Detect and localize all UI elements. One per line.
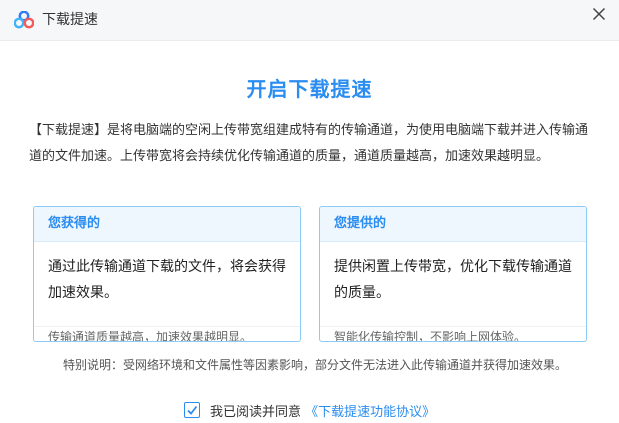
gain-card-title: 您获得的	[34, 207, 300, 242]
agreement-prefix: 我已阅读并同意	[209, 405, 301, 420]
close-icon	[592, 6, 606, 25]
baidu-netdisk-cloud-icon	[13, 10, 35, 29]
window-title: 下载提速	[42, 12, 98, 28]
special-note: 特别说明：受网络环境和文件属性等因素影响，部分文件无法进入此传输通道并获得加速效…	[62, 358, 567, 372]
provide-card-title: 您提供的	[320, 207, 586, 242]
gain-card-body: 通过此传输通道下载的文件，将会获得加速效果。	[48, 259, 286, 301]
agreement-checkbox[interactable]	[183, 402, 200, 418]
agreement-link[interactable]: 《下载提速功能协议》	[305, 405, 435, 420]
title-bar: 下载提速	[0, 0, 619, 41]
feature-description: 【下载提速】是将电脑端的空闲上传带宽组建成特有的传输通道，为使用电脑端下载并进入…	[29, 123, 589, 164]
agreement-row: 我已阅读并同意 《下载提速功能协议》	[0, 402, 619, 422]
dialog-heading: 开启下载提速	[246, 77, 373, 101]
check-icon	[187, 405, 198, 415]
gain-card: 您获得的 通过此传输通道下载的文件，将会获得加速效果。 传输通道质量越高，加速效…	[33, 206, 301, 342]
provide-card-body: 提供闲置上传带宽，优化下载传输通道的质量。	[334, 259, 572, 301]
close-button[interactable]	[587, 3, 611, 27]
provide-card: 您提供的 提供闲置上传带宽，优化下载传输通道的质量。 智能化传输控制，不影响上网…	[319, 206, 587, 342]
gain-card-footnote: 传输通道质量越高，加速效果越明显。	[34, 326, 300, 341]
provide-card-footnote: 智能化传输控制，不影响上网体验。	[320, 326, 586, 341]
